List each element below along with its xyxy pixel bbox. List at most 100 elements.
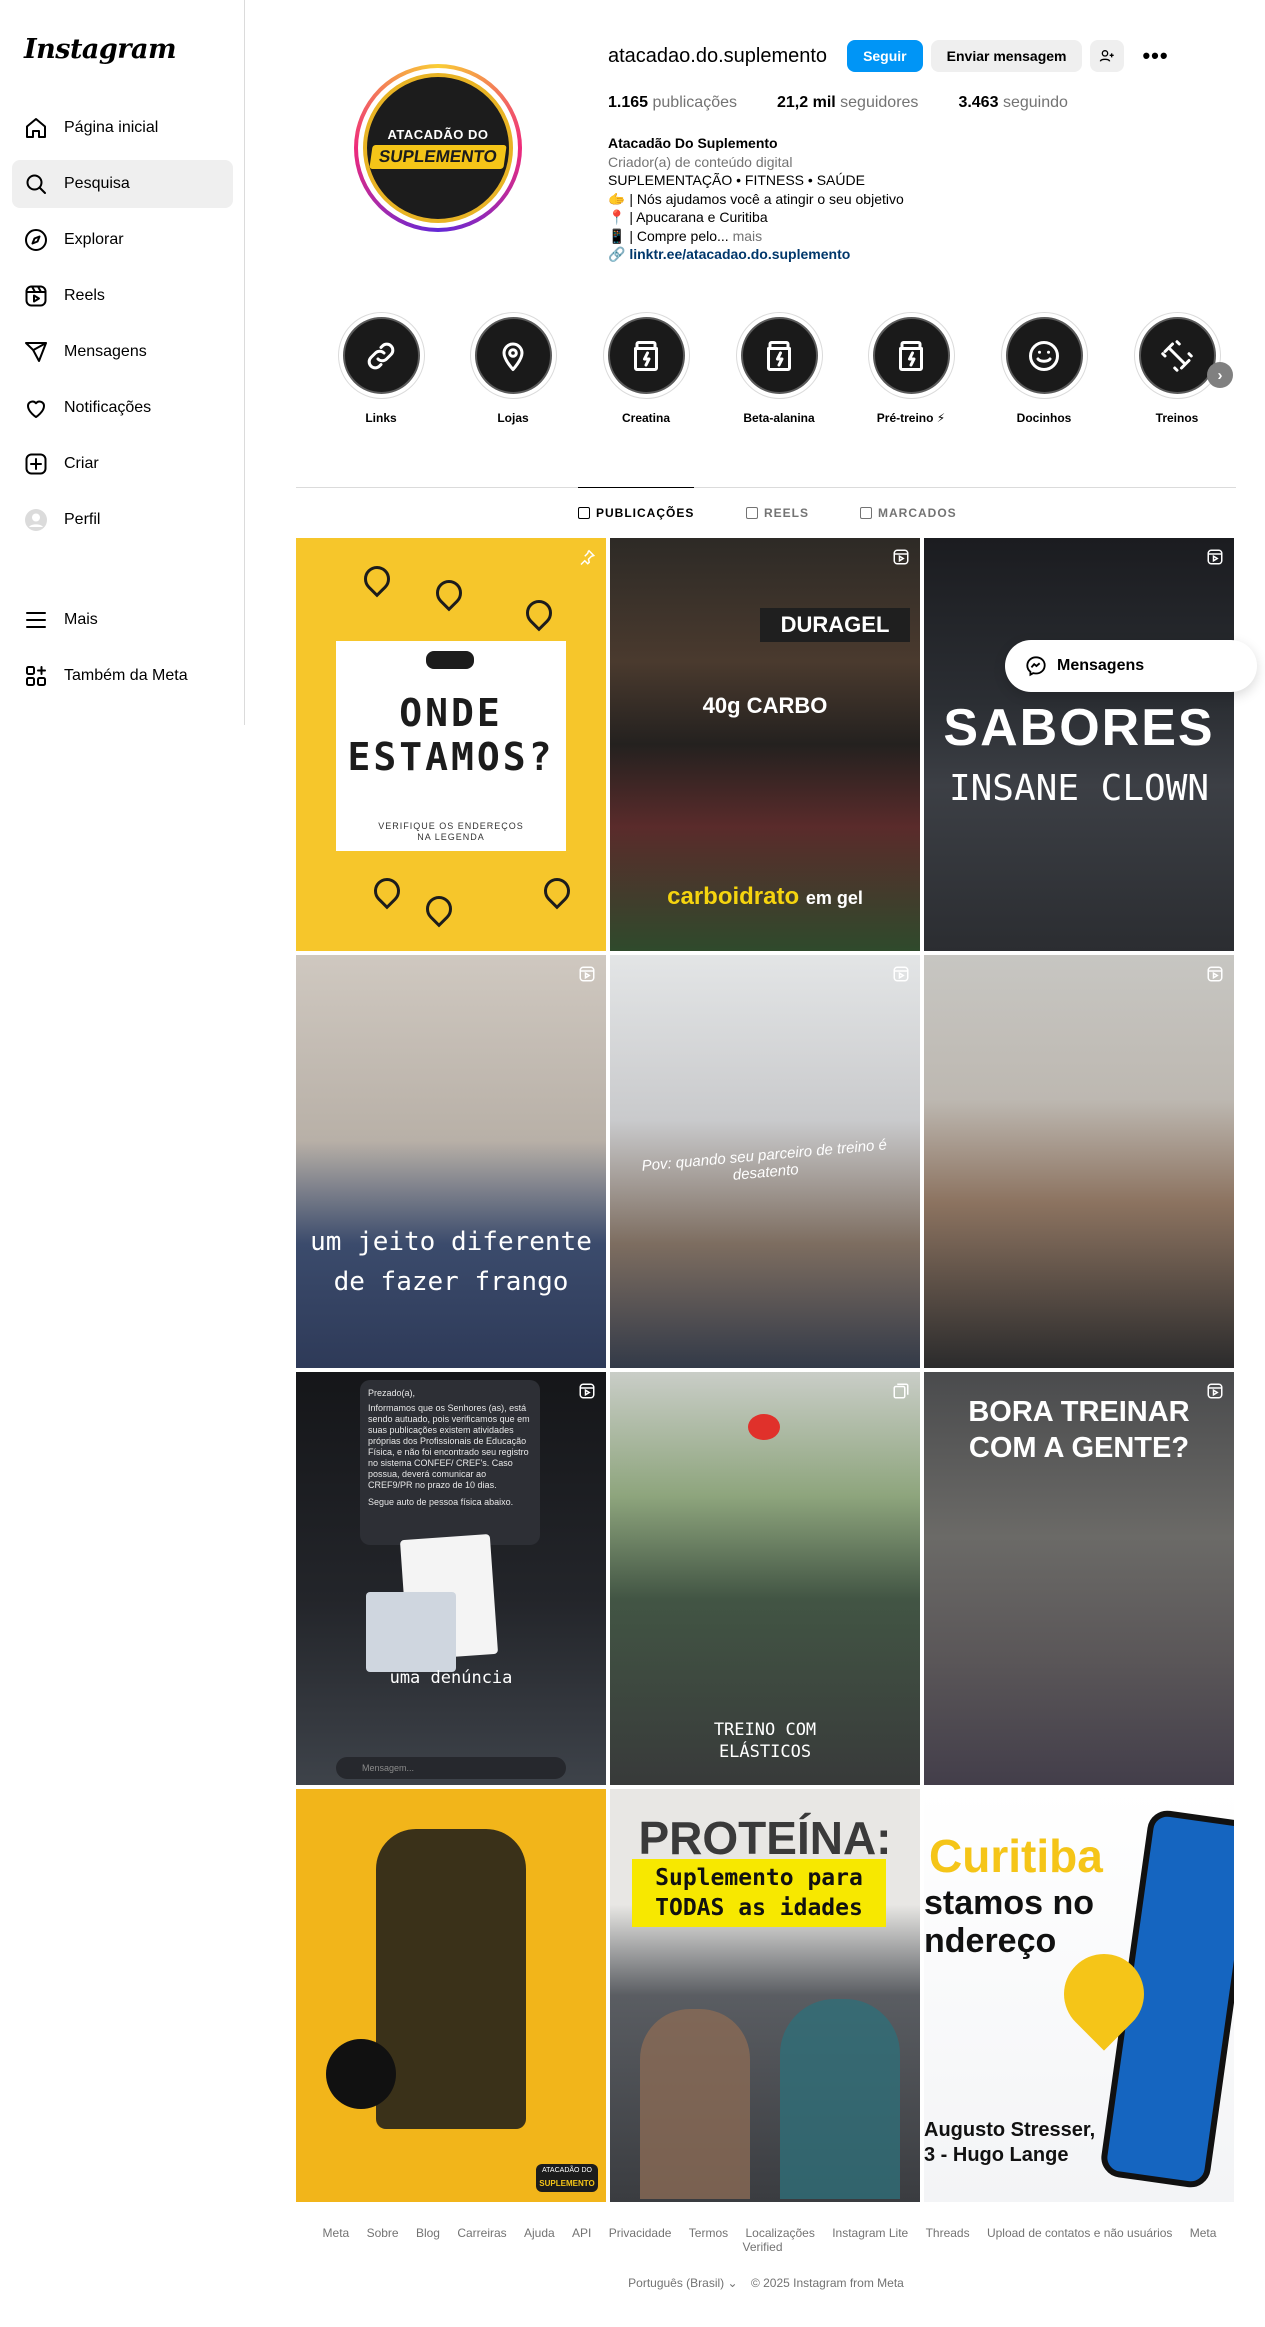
post-tile[interactable]: um jeito diferente de fazer frango — [296, 955, 606, 1368]
footer-bottom: Português (Brasil) ⌄ © 2025 Instagram fr… — [296, 2276, 1236, 2290]
post-caption-part: em gel — [805, 888, 863, 908]
tab-tagged[interactable]: MARCADOS — [860, 488, 957, 538]
tab-reels[interactable]: REELS — [746, 488, 809, 538]
highlight-creatina[interactable]: Creatina — [601, 312, 691, 425]
sidebar-item-explore[interactable]: Explorar — [12, 216, 233, 264]
followers-count-value: 21,2 mil — [777, 94, 836, 111]
highlight-muscle-graphic — [748, 1414, 780, 1440]
following-count[interactable]: 3.463 seguindo — [958, 94, 1067, 112]
avatar-frame: ATACADÃO DO SUPLEMENTO — [358, 68, 518, 228]
post-tile[interactable]: Curitiba stamos no ndereço Augusto Stres… — [924, 1789, 1234, 2202]
post-tile[interactable]: ONDE ESTAMOS? VERIFIQUE OS ENDEREÇOS NA L… — [296, 538, 606, 951]
highlights-next-button[interactable]: › — [1207, 362, 1233, 388]
post-tile[interactable]: SABORES INSANE CLOWN — [924, 538, 1234, 951]
post-title: ONDE ESTAMOS? — [336, 691, 566, 779]
footer-link[interactable]: API — [572, 2226, 591, 2240]
post-text: TREINO COM — [713, 1720, 817, 1740]
map-pin-decoration — [358, 560, 396, 598]
footer-link[interactable]: Blog — [416, 2226, 440, 2240]
instagram-logo[interactable]: Instagram — [24, 34, 177, 65]
highlight-docinhos[interactable]: Docinhos — [999, 312, 1089, 425]
highlight-ring — [602, 312, 690, 399]
highlight-cover — [607, 317, 685, 394]
messages-floating-button[interactable]: Mensagens — [1005, 640, 1257, 692]
post-card: ONDE ESTAMOS? VERIFIQUE OS ENDEREÇOS NA L… — [336, 641, 566, 851]
post-tile[interactable]: TREINO COM ELÁSTICOS — [610, 1372, 920, 1785]
highlight-ring — [867, 312, 955, 399]
footer-link[interactable]: Termos — [689, 2226, 728, 2240]
profile-avatar[interactable]: ATACADÃO DO SUPLEMENTO — [354, 64, 522, 232]
options-dots-icon[interactable]: ••• — [1142, 43, 1168, 69]
post-tile[interactable]: ATACADÃO DO SUPLEMENTO — [296, 1789, 606, 2202]
post-text: COM A GENTE? — [968, 1432, 1190, 1464]
following-count-label: seguindo — [1002, 94, 1068, 111]
sidebar-item-reels[interactable]: Reels — [12, 272, 233, 320]
post-tile[interactable]: BORA TREINAR COM A GENTE? — [924, 1372, 1234, 1785]
footer-link[interactable]: Localizações — [745, 2226, 814, 2240]
highlight-beta-alanina[interactable]: Beta-alanina — [734, 312, 824, 425]
sidebar-item-notifications[interactable]: Notificações — [12, 384, 233, 432]
bio-line: SUPLEMENTAÇÃO • FITNESS • SAÚDE — [608, 172, 865, 188]
map-pin-decoration — [430, 574, 468, 612]
post-text: Augusto Stresser, — [924, 2119, 1096, 2141]
footer-link[interactable]: Instagram Lite — [832, 2226, 908, 2240]
sidebar-item-home[interactable]: Página inicial — [12, 104, 233, 152]
tab-posts[interactable]: PUBLICAÇÕES — [578, 487, 695, 537]
sidebar-item-create[interactable]: Criar — [12, 440, 233, 488]
link-icon: 🔗 — [608, 246, 630, 262]
footer-link[interactable]: Privacidade — [609, 2226, 672, 2240]
sidebar-item-label: Também da Meta — [64, 667, 188, 684]
post-tile[interactable]: Pov: quando seu parceiro de treino é des… — [610, 955, 920, 1368]
message-bubble: Prezado(a), Informamos que os Senhores (… — [360, 1380, 540, 1545]
post-caption-part: carboidrato — [667, 883, 800, 910]
message-text: Segue auto de pessoa física abaixo. — [368, 1497, 514, 1507]
sidebar-item-more[interactable]: Mais — [12, 596, 233, 644]
pin-icon — [578, 548, 596, 566]
suggested-accounts-button[interactable] — [1090, 40, 1125, 72]
bio-line-with-more: 📱 | Compre pelo... mais — [608, 227, 1228, 246]
sidebar-item-also-from-meta[interactable]: Também da Meta — [12, 652, 233, 700]
post-text: stamos no — [924, 1884, 1095, 1922]
bio-link-text: linktr.ee/atacadao.do.suplemento — [629, 246, 851, 262]
carousel-icon — [892, 1382, 910, 1400]
follow-button[interactable]: Seguir — [847, 40, 923, 72]
message-text: Prezado(a), — [368, 1388, 416, 1398]
post-text: Curitiba — [929, 1830, 1103, 1882]
home-icon — [24, 116, 48, 140]
map-pin-decoration — [368, 872, 406, 910]
post-tile[interactable]: Prezado(a), Informamos que os Senhores (… — [296, 1372, 606, 1785]
sidebar-item-messages[interactable]: Mensagens — [12, 328, 233, 376]
bio-external-link[interactable]: 🔗 linktr.ee/atacadao.do.suplemento — [608, 245, 1228, 264]
sidebar-item-label: Notificações — [64, 399, 152, 416]
tab-label: REELS — [764, 506, 810, 520]
highlight-label: Creatina — [621, 411, 671, 425]
highlight-label: Beta-alanina — [743, 411, 815, 425]
footer-link[interactable]: Meta — [323, 2226, 350, 2240]
footer-link[interactable]: Threads — [926, 2226, 970, 2240]
highlight-pre-treino[interactable]: Pré-treino ⚡ — [866, 312, 956, 425]
highlight-lojas[interactable]: Lojas — [468, 312, 558, 425]
sidebar-item-profile[interactable]: Perfil — [12, 496, 233, 544]
footer-link[interactable]: Ajuda — [524, 2226, 555, 2240]
grid-icon — [578, 506, 590, 519]
language-selector[interactable]: Português (Brasil) ⌄ — [628, 2276, 737, 2290]
post-tile[interactable]: DURAGEL 40g CARBO carboidrato em gel — [610, 538, 920, 951]
footer-link[interactable]: Carreiras — [457, 2226, 506, 2240]
reel-icon — [892, 548, 910, 566]
sidebar-item-label: Reels — [64, 287, 105, 304]
posts-grid: ONDE ESTAMOS? VERIFIQUE OS ENDEREÇOS NA L… — [296, 538, 1234, 2202]
bio-line: 📍 | Apucarana e Curitiba — [608, 209, 768, 225]
footer-link[interactable]: Sobre — [367, 2226, 399, 2240]
bio-more-link[interactable]: mais — [733, 228, 763, 244]
footer-link[interactable]: Upload de contatos e não usuários — [987, 2226, 1172, 2240]
followers-count-label: seguidores — [840, 94, 919, 111]
post-tile[interactable] — [924, 955, 1234, 1368]
reel-icon — [1206, 1382, 1224, 1400]
post-highlight-box: Suplemento para TODAS as idades — [632, 1859, 886, 1927]
followers-count[interactable]: 21,2 mil seguidores — [777, 94, 918, 112]
post-tile[interactable]: PROTEÍNA: Suplemento para TODAS as idade… — [610, 1789, 920, 2202]
send-message-button[interactable]: Enviar mensagem — [930, 40, 1083, 72]
sidebar-item-search[interactable]: Pesquisa — [12, 160, 233, 208]
highlight-links[interactable]: Links — [336, 312, 426, 425]
reel-icon — [578, 965, 596, 983]
